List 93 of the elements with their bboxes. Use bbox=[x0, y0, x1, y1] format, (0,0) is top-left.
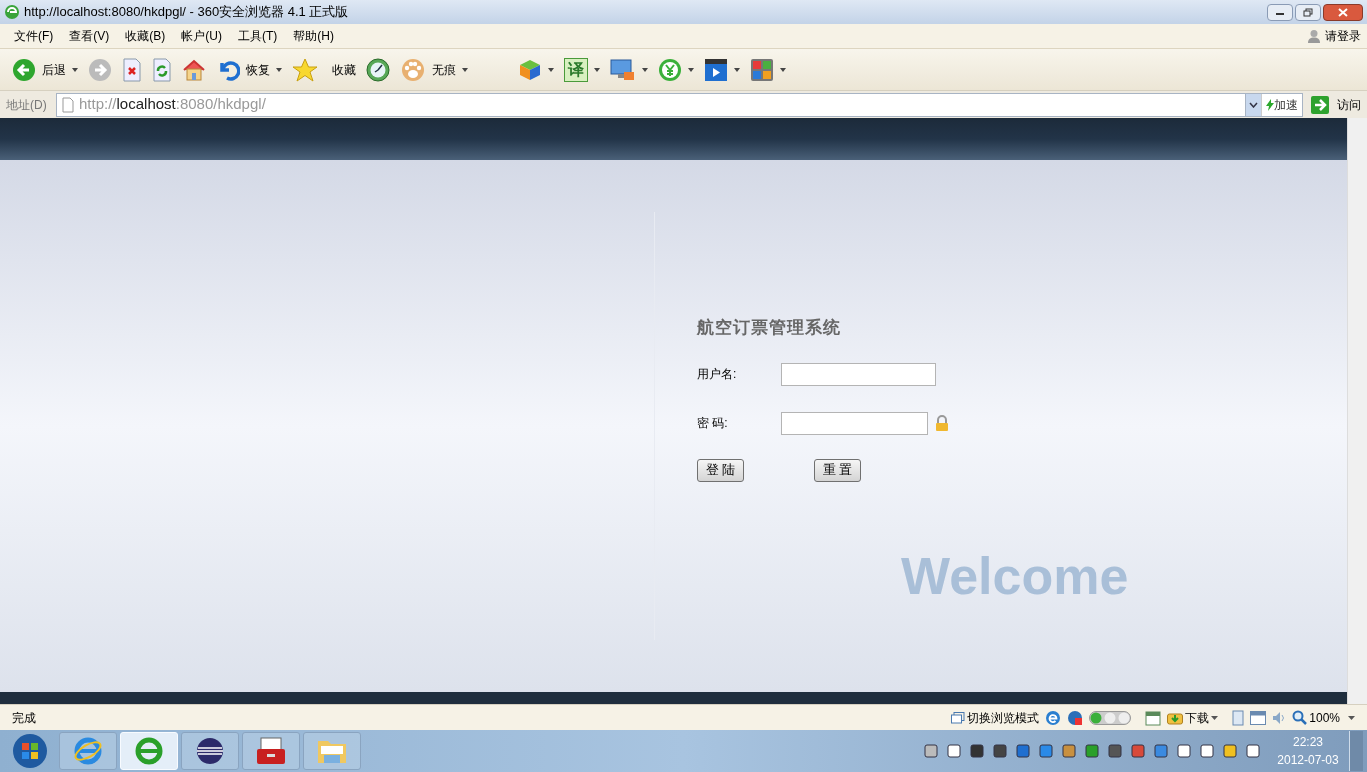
caret-icon bbox=[734, 67, 740, 72]
history-button[interactable] bbox=[366, 57, 390, 82]
browser-icon bbox=[134, 736, 164, 766]
restore-button[interactable]: 恢复 bbox=[216, 57, 282, 82]
toolbox-icon bbox=[255, 736, 287, 766]
stop-icon bbox=[122, 57, 142, 82]
caret-icon bbox=[462, 67, 468, 72]
browser-logo-icon bbox=[4, 4, 20, 20]
scrollbar[interactable] bbox=[1347, 118, 1367, 704]
globe-icon[interactable] bbox=[1067, 709, 1084, 726]
page-icon bbox=[61, 96, 75, 113]
restore-button[interactable] bbox=[1295, 3, 1321, 21]
clock-date: 2012-07-03 bbox=[1277, 752, 1339, 769]
private-mode-button[interactable]: 无痕 bbox=[400, 57, 468, 82]
refresh-icon bbox=[152, 57, 172, 82]
apps-button[interactable] bbox=[750, 57, 786, 82]
lightning-icon bbox=[1266, 98, 1274, 111]
reset-button[interactable]: 重 置 bbox=[814, 458, 861, 482]
cube-button[interactable] bbox=[518, 57, 554, 82]
field-label: 用户名: bbox=[697, 366, 738, 383]
switch-mode-button[interactable]: 切换浏览模式 bbox=[951, 708, 1040, 727]
status-text: 完成 bbox=[12, 709, 36, 727]
caret-icon bbox=[276, 67, 282, 72]
taskbar-app[interactable] bbox=[181, 732, 239, 770]
menu-item[interactable]: 帐户(U) bbox=[173, 27, 230, 45]
translate-button[interactable]: 译 bbox=[564, 57, 600, 82]
paw-icon bbox=[400, 57, 426, 82]
taskbar-app[interactable] bbox=[242, 732, 300, 770]
translate-icon: 译 bbox=[564, 57, 588, 82]
window-title: http://localhost:8080/hkdpgl/ - 360安全浏览器 4.1 正式版 bbox=[24, 3, 349, 22]
magnifier-icon bbox=[1292, 710, 1308, 725]
video-button[interactable] bbox=[704, 57, 740, 82]
caret-icon bbox=[642, 67, 648, 72]
caret-icon bbox=[780, 67, 786, 72]
caret-icon bbox=[72, 67, 78, 72]
refresh-button[interactable] bbox=[152, 57, 172, 82]
grid-tiles-icon bbox=[750, 57, 774, 82]
go-button[interactable]: 访问 bbox=[1307, 95, 1361, 114]
close-icon bbox=[1338, 7, 1348, 17]
shopping-button[interactable] bbox=[658, 57, 694, 82]
address-url: http://localhost:8080/hkdpgl/ bbox=[79, 94, 267, 115]
menu-item[interactable]: 工具(T) bbox=[230, 27, 286, 45]
address-field[interactable]: http://localhost:8080/hkdpgl/ 加速 bbox=[56, 92, 1303, 117]
menu-item[interactable]: 查看(V) bbox=[61, 27, 118, 45]
history-dropdown[interactable] bbox=[1245, 93, 1261, 116]
clock-time: 22:23 bbox=[1293, 734, 1323, 751]
caret-icon bbox=[594, 67, 600, 72]
speed-up-button[interactable]: 加速 bbox=[1261, 93, 1302, 116]
screenshot-button[interactable] bbox=[610, 57, 648, 82]
username-field[interactable] bbox=[781, 362, 936, 386]
calendar-icon[interactable] bbox=[1145, 709, 1162, 726]
cube-icon bbox=[518, 57, 542, 82]
windows-icon bbox=[951, 711, 966, 724]
toggle-icon[interactable] bbox=[1089, 710, 1132, 725]
home-button[interactable] bbox=[182, 57, 206, 82]
menu-item[interactable]: 帮助(H) bbox=[285, 27, 342, 45]
stop-button[interactable] bbox=[122, 57, 142, 82]
field-label: 密 码: bbox=[697, 415, 729, 432]
coin-icon bbox=[658, 57, 682, 82]
login-link[interactable]: 请登录 bbox=[1307, 27, 1361, 45]
favorites-button[interactable]: 收藏 bbox=[292, 57, 356, 82]
lock-icon bbox=[934, 415, 950, 431]
download-button[interactable]: 下载 bbox=[1167, 708, 1219, 727]
restore-icon bbox=[1303, 7, 1313, 17]
ie-icon[interactable] bbox=[1045, 709, 1062, 726]
menu-item[interactable]: 收藏(B) bbox=[117, 27, 174, 45]
ie-icon bbox=[73, 736, 103, 766]
clapperboard-icon bbox=[704, 57, 728, 82]
caret-icon bbox=[1211, 715, 1219, 720]
zoom-button[interactable]: 100% bbox=[1292, 708, 1355, 727]
clock-icon bbox=[366, 57, 390, 82]
login-button[interactable]: 登 陆 bbox=[697, 458, 744, 482]
caret-icon bbox=[688, 67, 694, 72]
menu-item[interactable]: 文件(F) bbox=[6, 27, 62, 45]
chevron-down-icon bbox=[1249, 101, 1258, 108]
address-label: 地址(D) bbox=[6, 96, 48, 114]
eclipse-icon bbox=[195, 736, 225, 766]
start-orb-icon bbox=[12, 733, 48, 769]
caret-icon bbox=[548, 67, 554, 72]
user-icon bbox=[1307, 29, 1321, 43]
welcome-text: Welcome bbox=[901, 550, 1129, 602]
caret-icon bbox=[1348, 715, 1355, 720]
monitor-icon bbox=[610, 57, 636, 82]
download-icon bbox=[1167, 710, 1184, 725]
house-icon bbox=[182, 57, 206, 82]
close-button[interactable] bbox=[1323, 3, 1363, 21]
arrow-right-icon bbox=[1311, 95, 1329, 114]
show-desktop-button[interactable] bbox=[1349, 731, 1363, 771]
minimize-button[interactable] bbox=[1267, 3, 1293, 21]
password-field[interactable] bbox=[781, 411, 928, 435]
system-title: 航空订票管理系统 bbox=[697, 317, 842, 339]
star-icon bbox=[292, 57, 318, 82]
back-button[interactable]: 后退 bbox=[12, 57, 78, 82]
